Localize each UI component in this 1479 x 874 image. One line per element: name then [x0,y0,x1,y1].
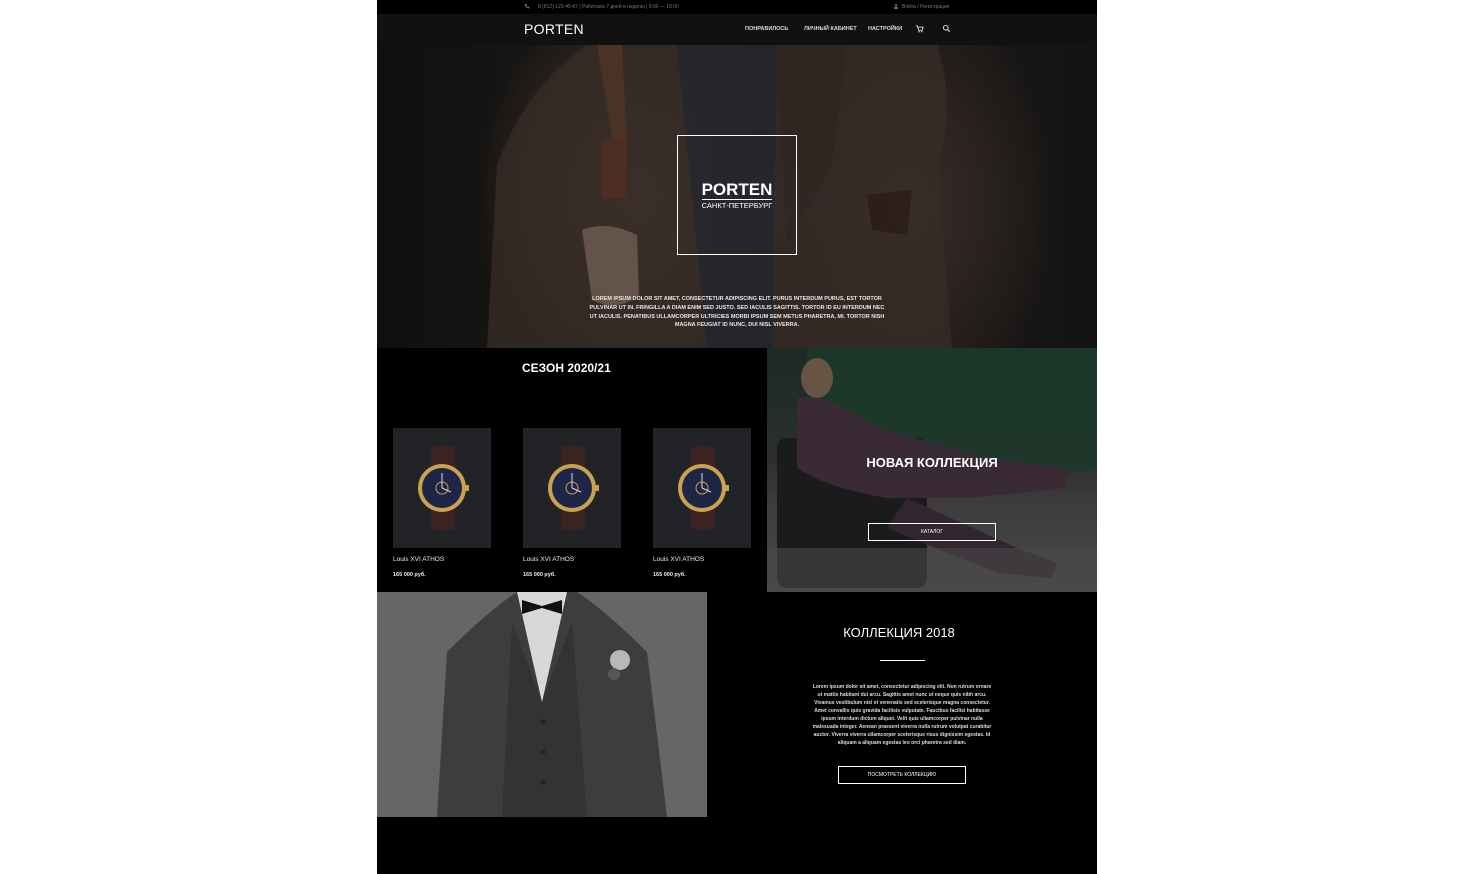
main-nav: PORTEN ПОНРАВИЛОСЬ ЛИЧНЫЙ КАБИНЕТ НАСТРО… [377,14,1097,45]
hero-description: LOREM IPSUM DOLOR SIT AMET, CONSECTETUR … [589,296,885,329]
season-title: СЕЗОН 2020/21 [522,361,611,375]
suit-image [377,592,707,817]
product-price: 165 000 руб. [393,572,426,578]
product-image[interactable] [653,428,751,548]
search-icon[interactable] [942,24,951,33]
new-collection-photo [767,348,1097,592]
product-price: 165 000 руб. [653,572,686,578]
cart-icon[interactable] [915,24,924,33]
product-name[interactable]: Louis XVI ATHOS [393,556,444,563]
user-icon [894,4,898,9]
top-bar: 8 (812) 123-45-67 | Работаем 7 дней в не… [377,0,1097,14]
product-image[interactable] [523,428,621,548]
contact-info: 8 (812) 123-45-67 | Работаем 7 дней в не… [538,4,679,10]
product-price: 165 000 руб. [523,572,556,578]
watch-icon [548,446,599,530]
hero-banner: PORTEN САНКТ-ПЕТЕРБУРГ LOREM IPSUM DOLOR… [377,45,1097,348]
hero-city: САНКТ-ПЕТЕРБУРГ [678,199,796,210]
hero-city-text: САНКТ-ПЕТЕРБУРГ [701,199,773,210]
product-image[interactable] [393,428,491,548]
nav-link-settings[interactable]: НАСТРОЙКИ [868,26,902,32]
logo[interactable]: PORTEN [524,21,584,37]
new-collection-title: НОВАЯ КОЛЛЕКЦИЯ [866,455,998,470]
hero-logo-box: PORTEN САНКТ-ПЕТЕРБУРГ [677,135,797,255]
nav-link-account[interactable]: ЛИЧНЫЙ КАБИНЕТ [804,26,857,32]
phone-icon [524,4,530,9]
collection-2018-description: Lorem ipsum dolor sit amet, consectetur … [812,684,992,746]
catalog-button[interactable]: КАТАЛОГ [868,523,996,541]
season-section: СЕЗОН 2020/21 Louis XVI ATHOS 165 000 ру… [377,348,767,592]
product-name[interactable]: Louis XVI ATHOS [653,556,704,563]
login-link[interactable]: Войти / Регистрация [902,4,949,10]
suit-photo [377,592,707,817]
nav-link-favorites[interactable]: ПОНРАВИЛОСЬ [745,26,788,32]
product-name[interactable]: Louis XVI ATHOS [523,556,574,563]
new-collection-banner: НОВАЯ КОЛЛЕКЦИЯ КАТАЛОГ [767,348,1097,592]
watch-icon [418,446,469,530]
site-container: 8 (812) 123-45-67 | Работаем 7 дней в не… [377,0,1097,874]
collection-2018-section: КОЛЛЕКЦИЯ 2018 Lorem ipsum dolor sit ame… [707,592,1097,817]
watch-icon [678,446,729,530]
divider [880,660,925,661]
hero-brand: PORTEN [701,180,773,199]
collection-2018-title: КОЛЛЕКЦИЯ 2018 [843,625,955,640]
view-collection-button[interactable]: ПОСМОТРЕТЬ КОЛЛЕКЦИЮ [838,766,966,784]
